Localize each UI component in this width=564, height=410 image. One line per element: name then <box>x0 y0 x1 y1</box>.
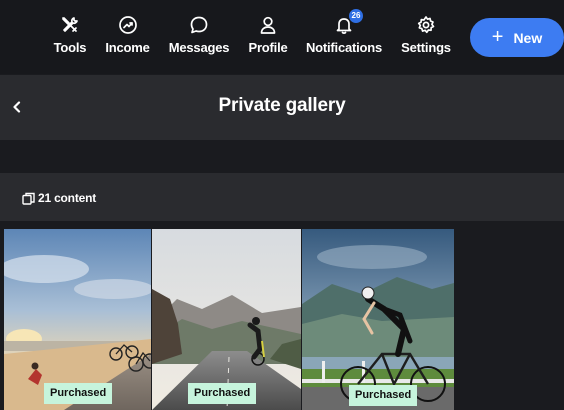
spacer <box>0 140 564 173</box>
gallery-item[interactable]: Purchased <box>152 229 301 410</box>
gallery-photo-3 <box>302 229 454 410</box>
messages-icon <box>188 14 210 36</box>
page-title: Private gallery <box>218 95 346 116</box>
nav-label-settings: Settings <box>401 40 451 55</box>
notification-badge: 26 <box>349 9 363 23</box>
page-header: Private gallery <box>0 75 564 140</box>
gear-icon <box>415 14 437 36</box>
purchased-badge: Purchased <box>349 385 418 406</box>
content-count-text: 21 content <box>38 191 97 205</box>
profile-icon <box>257 14 279 36</box>
purchased-badge: Purchased <box>44 383 113 404</box>
tools-icon <box>59 14 81 36</box>
gallery-item[interactable]: Purchased <box>302 229 454 410</box>
new-button-label: New <box>513 29 543 46</box>
nav-notifications[interactable]: 26 Notifications <box>305 9 383 64</box>
nav-income[interactable]: Income <box>104 14 151 64</box>
plus-icon: + <box>491 25 504 48</box>
nav-messages[interactable]: Messages <box>168 14 230 64</box>
new-button[interactable]: + New <box>470 18 564 57</box>
nav-label-messages: Messages <box>168 40 230 55</box>
nav-label-notifications: Notifications <box>305 40 383 55</box>
nav-label-tools: Tools <box>53 40 87 55</box>
income-icon <box>117 14 139 36</box>
nav-tools[interactable]: Tools <box>53 14 87 64</box>
nav-profile[interactable]: Profile <box>247 14 289 64</box>
copy-icon <box>22 192 35 205</box>
gallery-grid: Purchased Purchased Purchased <box>0 221 564 410</box>
nav-label-income: Income <box>105 40 150 55</box>
purchased-badge: Purchased <box>188 383 257 404</box>
bell-icon: 26 <box>333 9 363 36</box>
content-bar: 21 content <box>0 173 564 221</box>
nav-label-profile: Profile <box>248 40 288 55</box>
gallery-item[interactable]: Purchased <box>4 229 151 410</box>
nav-settings[interactable]: Settings <box>400 14 452 64</box>
top-navigation: Tools Income Messages Profile 26 Notific… <box>0 0 564 74</box>
content-count: 21 content <box>22 191 96 205</box>
